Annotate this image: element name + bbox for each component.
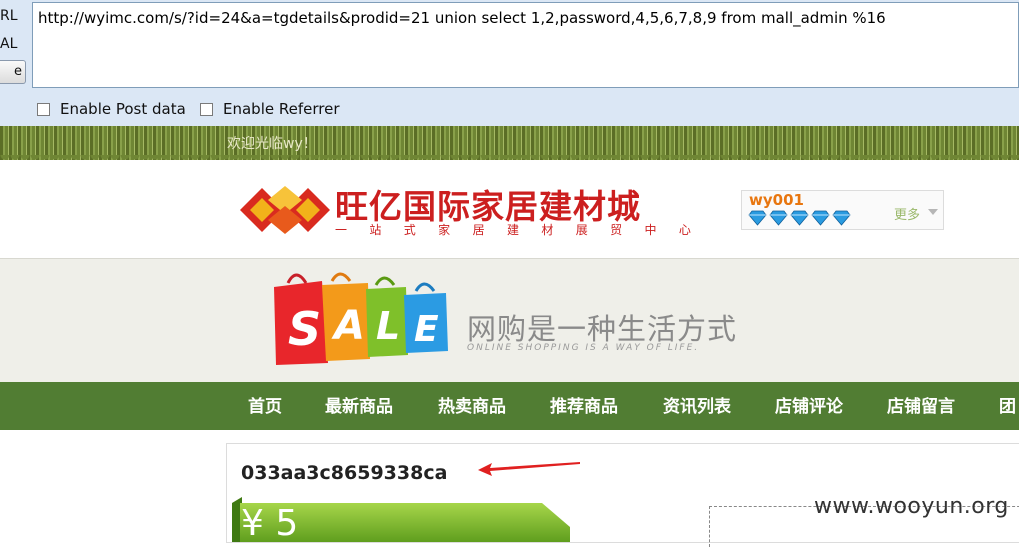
- load-url-label[interactable]: RL: [0, 8, 18, 24]
- sale-letter-a: A: [331, 303, 365, 349]
- enable-referrer-option[interactable]: Enable Referrer: [200, 100, 339, 118]
- slogan-char: 贸: [610, 223, 623, 237]
- post-data-checkbox[interactable]: [37, 102, 50, 116]
- sale-letter-s: S: [288, 302, 321, 356]
- url-input[interactable]: http://wyimc.com/s/?id=24&a=tgdetails&pr…: [32, 2, 1019, 88]
- slogan-char: 展: [575, 223, 588, 237]
- nav-new-products[interactable]: 最新商品: [325, 382, 393, 430]
- red-arrow-annotation: [478, 462, 580, 476]
- slogan-char: 材: [541, 223, 554, 237]
- sale-letter-l: L: [376, 304, 400, 348]
- referrer-label: Enable Referrer: [223, 100, 340, 118]
- site-top-bar: [0, 126, 1019, 165]
- hackbar-side-buttons: RL AL e: [0, 0, 32, 92]
- product-title-leaked-hash: 033aa3c8659338ca: [241, 462, 448, 484]
- nav-hot-products[interactable]: 热卖商品: [438, 382, 506, 430]
- slogan-char: 中: [644, 223, 657, 237]
- nav-shop-messages[interactable]: 店铺留言: [887, 382, 955, 430]
- site-logo-icon[interactable]: [238, 182, 332, 238]
- slogan-char: 一: [335, 223, 348, 237]
- diamond-icon: [811, 210, 830, 226]
- nav-recommended[interactable]: 推荐商品: [550, 382, 618, 430]
- split-url-label[interactable]: AL: [0, 36, 17, 52]
- main-nav: 首页 最新商品 热卖商品 推荐商品 资讯列表 店铺评论 店铺留言 团: [0, 382, 1019, 430]
- shopping-bags-icon: S A L E: [274, 272, 448, 365]
- slogan-char: 居: [472, 223, 485, 237]
- watermark: www.wooyun.org: [814, 494, 1009, 519]
- nav-group[interactable]: 团: [999, 382, 1016, 430]
- diamond-icon: [790, 210, 809, 226]
- diamond-icon: [748, 210, 767, 226]
- referrer-checkbox[interactable]: [200, 102, 213, 116]
- banner-tagline-en: ONLINE SHOPPING IS A WAY OF LIFE.: [467, 343, 700, 353]
- diamond-icon: [832, 210, 851, 226]
- slogan-char: 家: [438, 223, 451, 237]
- slogan-char: 式: [403, 223, 416, 237]
- slogan-char: 心: [678, 223, 691, 237]
- welcome-text: 欢迎光临wy！: [227, 136, 317, 152]
- slogan-char: 建: [506, 223, 519, 237]
- username[interactable]: wy001: [749, 191, 804, 209]
- slogan-char: 站: [369, 223, 382, 237]
- nav-shop-reviews[interactable]: 店铺评论: [775, 382, 843, 430]
- user-box: wy001 更多: [741, 190, 944, 230]
- chevron-down-icon[interactable]: [928, 209, 938, 215]
- sale-letter-e: E: [414, 309, 439, 350]
- nav-home[interactable]: 首页: [248, 382, 282, 430]
- enable-post-data-option[interactable]: Enable Post data: [37, 100, 186, 118]
- nav-news-list[interactable]: 资讯列表: [663, 382, 731, 430]
- more-link[interactable]: 更多: [894, 204, 920, 223]
- post-data-label: Enable Post data: [60, 100, 186, 118]
- user-level-diamonds: [748, 210, 851, 226]
- product-price: ¥ 5: [241, 503, 299, 544]
- site-slogan: 一站式家居建材展贸中心: [335, 221, 691, 238]
- diamond-icon: [769, 210, 788, 226]
- hackbar-toolbar: RL AL e http://wyimc.com/s/?id=24&a=tgde…: [0, 0, 1019, 127]
- banner-tagline-cn: 网购是一种生活方式: [467, 312, 738, 346]
- execute-button[interactable]: e: [0, 60, 26, 84]
